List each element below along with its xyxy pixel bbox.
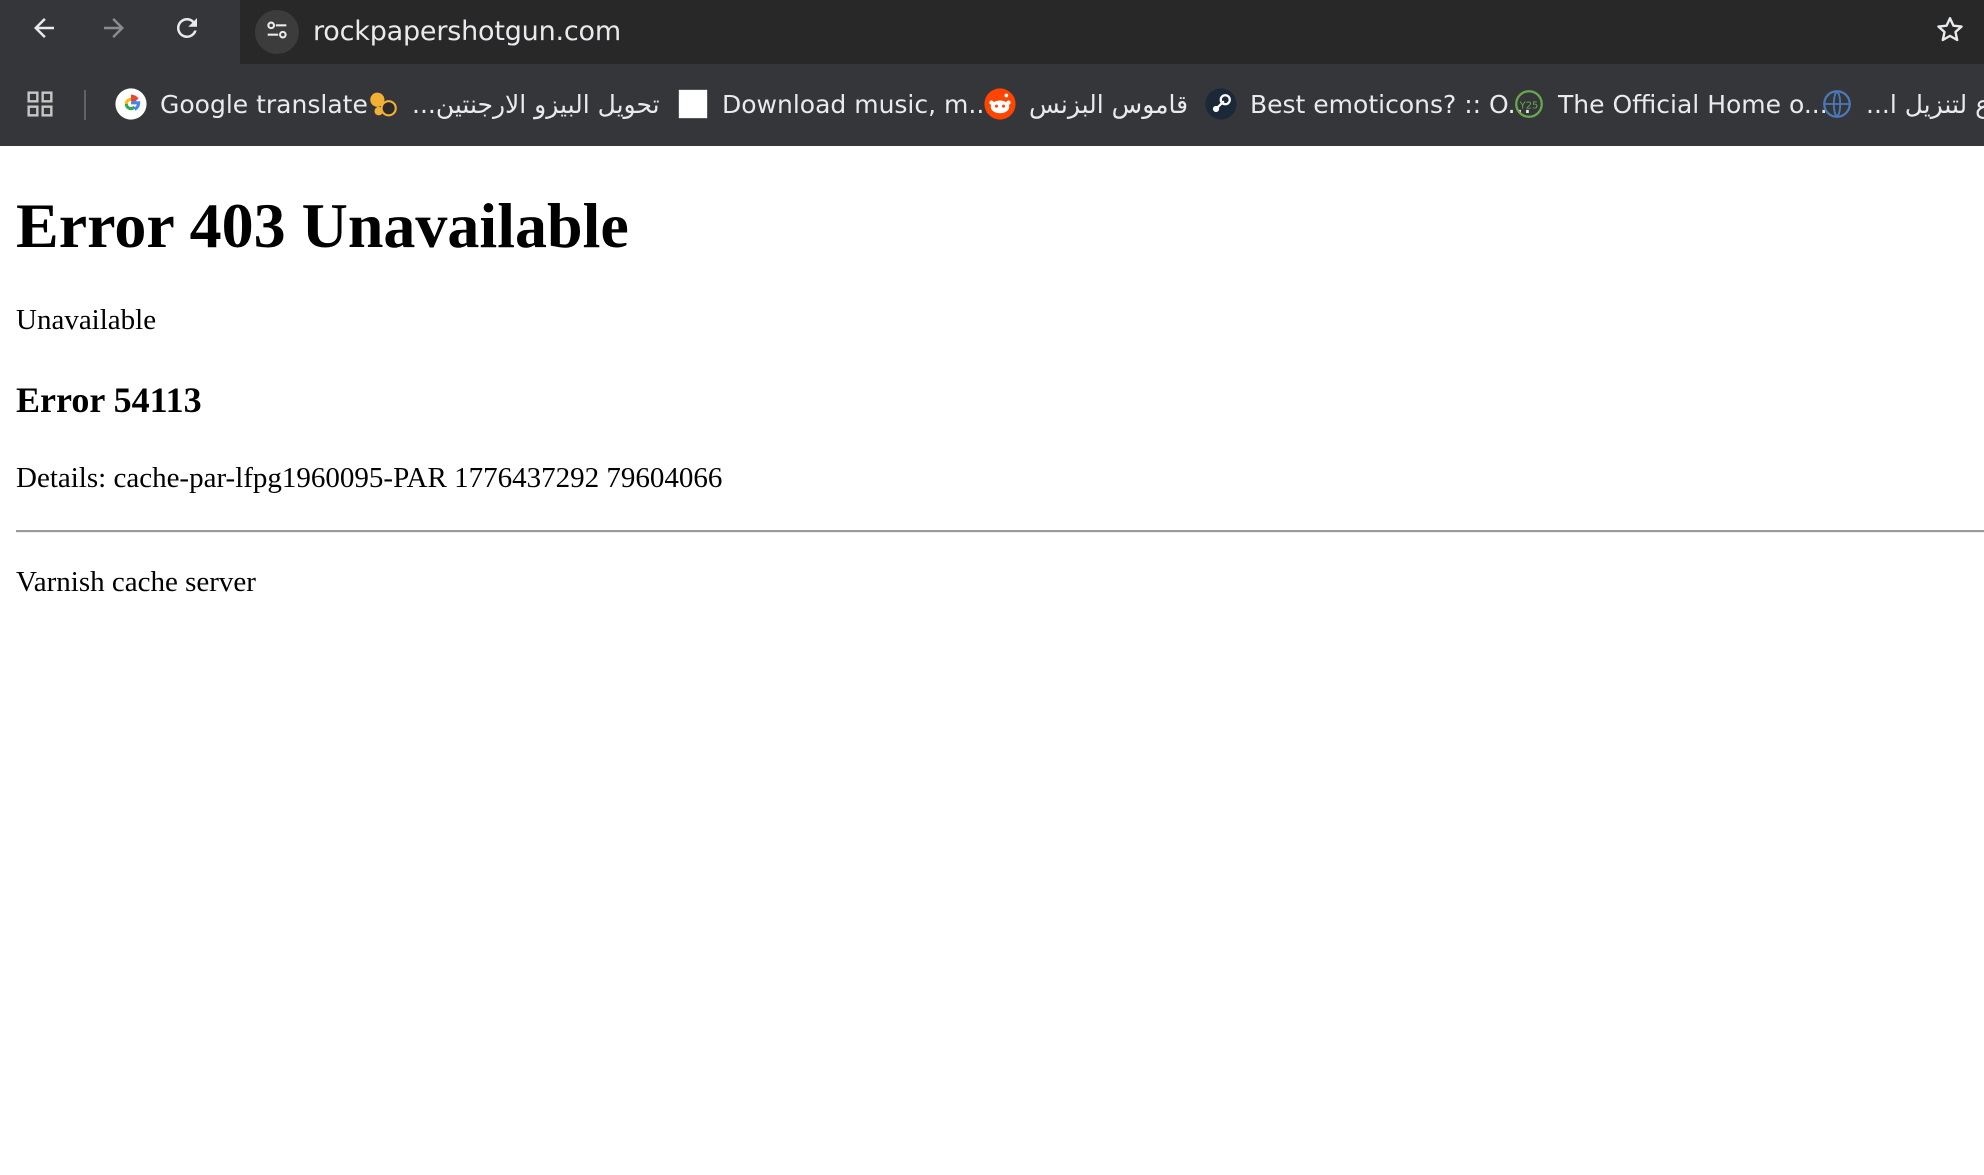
forward-arrow-icon bbox=[99, 13, 129, 48]
apps-button[interactable] bbox=[20, 86, 60, 126]
blank-page-icon bbox=[676, 87, 710, 121]
back-button[interactable] bbox=[22, 8, 66, 52]
bookmark-download-site[interactable]: ع لتنزيل ا... bbox=[1820, 82, 1984, 126]
bookmark-peso-conversion[interactable]: تحويل البيزو الارجنتين... bbox=[366, 82, 660, 126]
bookmark-google-translate[interactable]: Google translate bbox=[114, 82, 368, 126]
tune-icon bbox=[263, 16, 291, 49]
bookmark-label: قاموس البزنس bbox=[1029, 89, 1189, 119]
forward-button[interactable] bbox=[92, 8, 136, 52]
browser-chrome: rockpapershotgun.com Google translate تح… bbox=[0, 0, 1984, 146]
error-code: Error 54113 bbox=[16, 380, 202, 420]
bookmark-star-button[interactable] bbox=[1927, 9, 1973, 55]
google-icon bbox=[114, 87, 148, 121]
apps-grid-icon bbox=[24, 88, 56, 125]
bookmark-label: Google translate bbox=[160, 89, 368, 119]
bookmark-label: The Official Home o... bbox=[1558, 89, 1828, 119]
reload-icon bbox=[172, 13, 202, 48]
bookmarks-divider bbox=[84, 90, 86, 120]
bookmark-download-music[interactable]: Download music, m... bbox=[676, 82, 992, 126]
page-title: Error 403 Unavailable bbox=[16, 190, 629, 261]
site-icon: Y25 bbox=[1512, 87, 1546, 121]
globe-icon bbox=[1820, 87, 1854, 121]
url-text[interactable]: rockpapershotgun.com bbox=[313, 12, 621, 52]
bookmark-business-dictionary[interactable]: قاموس البزنس bbox=[983, 82, 1188, 126]
bookmark-label: تحويل البيزو الارجنتين... bbox=[412, 89, 660, 119]
site-info-button[interactable] bbox=[255, 10, 299, 54]
bookmarks-bar: Google translate تحويل البيزو الارجنتين.… bbox=[0, 76, 1984, 132]
svg-text:Y25: Y25 bbox=[1519, 100, 1539, 111]
error-details: Details: cache-par-lfpg1960095-PAR 17764… bbox=[16, 462, 723, 494]
divider bbox=[16, 530, 1984, 533]
reload-button[interactable] bbox=[165, 8, 209, 52]
reddit-icon bbox=[983, 87, 1017, 121]
server-footer: Varnish cache server bbox=[16, 566, 256, 598]
bookmark-label: ع لتنزيل ا... bbox=[1866, 89, 1984, 119]
bookmark-label: Download music, m... bbox=[722, 89, 993, 119]
bookmark-best-emoticons[interactable]: Best emoticons? :: O... bbox=[1204, 82, 1532, 126]
star-icon bbox=[1934, 14, 1966, 51]
page-content: Error 403 Unavailable Unavailable Error … bbox=[0, 146, 1984, 1175]
bookmark-official-home[interactable]: Y25 The Official Home o... bbox=[1512, 82, 1828, 126]
error-message: Unavailable bbox=[16, 304, 157, 336]
exchange-icon bbox=[366, 87, 400, 121]
back-arrow-icon bbox=[29, 13, 59, 48]
steam-icon bbox=[1204, 87, 1238, 121]
bookmark-label: Best emoticons? :: O... bbox=[1250, 89, 1532, 119]
